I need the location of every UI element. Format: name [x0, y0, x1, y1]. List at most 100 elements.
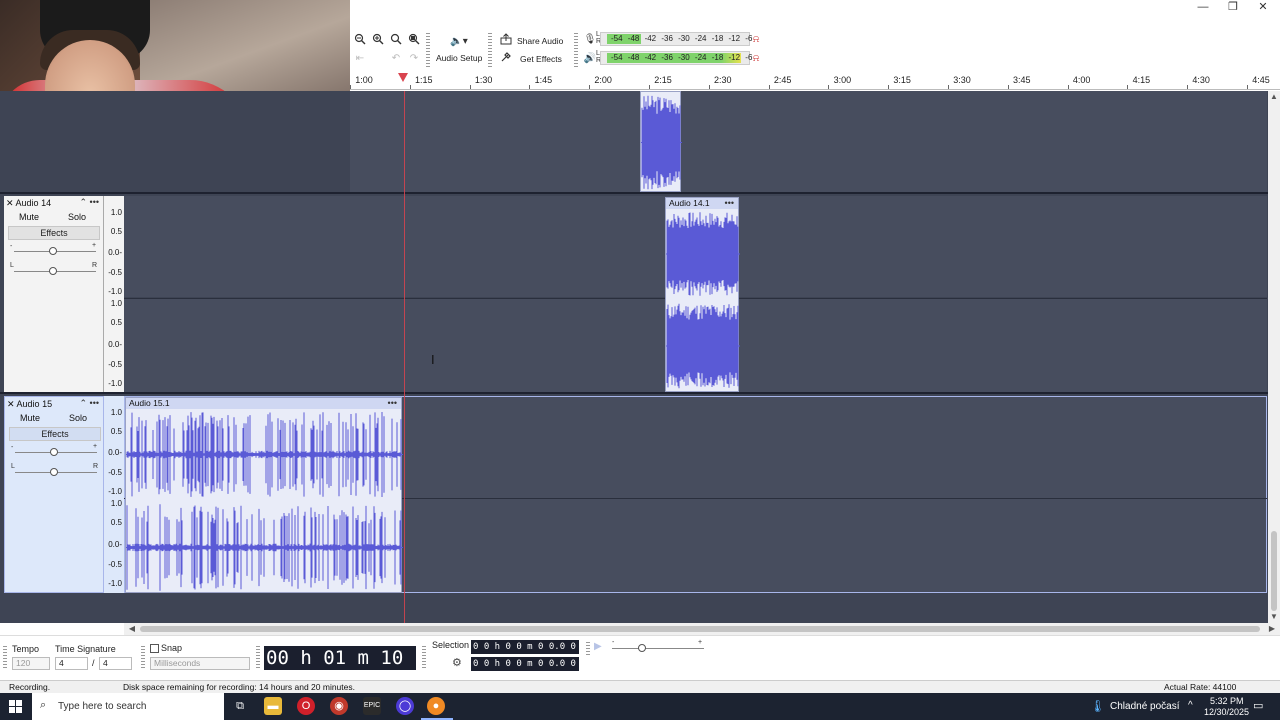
track-lane-partial[interactable]	[350, 91, 1267, 192]
playback-meter[interactable]: -54 -48 -42 -36 -30 -24 -18 -12 -6	[600, 51, 753, 65]
scroll-up-icon[interactable]: ▲	[1268, 91, 1280, 103]
playback-meter-menu-icon[interactable]: ⍾	[748, 51, 764, 67]
tray-chevron-icon[interactable]: ^	[1188, 700, 1193, 711]
vertical-scroll-thumb[interactable]	[1271, 531, 1277, 611]
share-audio-button[interactable]: Share Audio	[517, 36, 563, 46]
selection-start-field[interactable]: 0 0 h 0 0 m 0 0.0 0 0 s	[471, 640, 598, 654]
playback-speed-knob[interactable]	[638, 644, 646, 652]
toolbar-grip[interactable]	[256, 646, 260, 670]
toolbar-grip[interactable]	[586, 642, 590, 656]
redo-icon[interactable]: ↷	[406, 51, 422, 67]
playback-meter-scale: -54 -48 -42 -36 -30 -24 -18 -12 -6	[611, 53, 753, 62]
minimize-button[interactable]: —	[1188, 0, 1218, 14]
clock-time[interactable]: 5:32 PM	[1210, 696, 1244, 706]
taskbar-search-box[interactable]: ⌕ Type here to search	[32, 693, 224, 720]
snap-checkbox[interactable]	[150, 644, 159, 653]
horizontal-scrollbar[interactable]: ◀ ▶	[124, 623, 1280, 635]
tempo-input[interactable]: 120	[12, 657, 50, 670]
pan-right-label: R	[93, 463, 99, 470]
notification-icon[interactable]: ▭	[1253, 699, 1263, 712]
task-view-icon[interactable]: ⧉	[231, 697, 249, 715]
time-display[interactable]: 00 h 01 m 10 s	[264, 646, 426, 670]
clip-menu-icon[interactable]: •••	[388, 398, 397, 408]
toolbar-grip[interactable]	[3, 646, 7, 670]
gain-slider-knob[interactable]	[49, 247, 57, 255]
mute-button[interactable]: Mute	[8, 211, 50, 224]
pan-slider-knob[interactable]	[50, 468, 58, 476]
track-close-icon[interactable]: ✕	[7, 399, 17, 409]
mute-button[interactable]: Mute	[9, 412, 51, 425]
playback-speed-slider[interactable]	[612, 648, 704, 649]
weather-icon[interactable]: 🌡	[1090, 699, 1105, 713]
vertical-scale-audio-15[interactable]: 1.0 0.5 0.0- -0.5 -1.0 1.0 0.5 0.0- -0.5…	[104, 396, 124, 593]
pan-slider-knob[interactable]	[49, 267, 57, 275]
windows-start-icon[interactable]	[9, 700, 22, 713]
close-button[interactable]: ✕	[1248, 0, 1278, 14]
timeline-ruler[interactable]: 1:00 1:15 1:30 1:45 2:00 2:15 2:30 2:45 3:00 3:15…	[350, 72, 1280, 90]
epic-games-icon[interactable]: EPIC	[363, 697, 381, 715]
ruler-label: 1:15	[415, 75, 433, 85]
vertical-scrollbar[interactable]: ▲ ▼	[1268, 91, 1280, 623]
track-control-audio-14[interactable]: ✕ Audio 14 ⌃ ••• Mute Solo Effects - + L…	[4, 196, 104, 392]
file-explorer-icon[interactable]: ▬	[264, 697, 282, 715]
ruler-tick	[350, 85, 351, 89]
opera-icon[interactable]: O	[297, 697, 315, 715]
obs-icon[interactable]: ◉	[330, 697, 348, 715]
time-signature-denominator[interactable]: 4	[99, 657, 132, 670]
audio-setup-button[interactable]: Audio Setup	[436, 53, 482, 63]
toolbar-grip[interactable]	[422, 646, 426, 670]
weather-text[interactable]: Chladné počasí	[1110, 701, 1180, 712]
track-control-audio-15[interactable]: ✕ Audio 15 ⌃ ••• Mute Solo Effects - + L…	[4, 396, 104, 593]
scroll-left-icon[interactable]: ◀	[126, 623, 138, 635]
audio-clip-partial[interactable]	[640, 91, 682, 192]
record-meter[interactable]: -54 -48 -42 -36 -30 -24 -18 -12 -6	[600, 32, 752, 46]
get-effects-button[interactable]: Get Effects	[520, 54, 562, 64]
effects-icon[interactable]	[498, 51, 514, 67]
trim-icon[interactable]: ⇤	[352, 51, 368, 67]
scroll-right-icon[interactable]: ▶	[1266, 623, 1278, 635]
time-signature-numerator[interactable]: 4	[55, 657, 88, 670]
fit-project-icon[interactable]	[406, 33, 422, 49]
toolbar-grip[interactable]	[426, 33, 430, 67]
effects-button[interactable]: Effects	[8, 226, 100, 240]
track-area[interactable]: ✕ Audio 14 ⌃ ••• Mute Solo Effects - + L…	[0, 91, 1268, 623]
playhead-marker[interactable]	[398, 73, 408, 82]
track-close-icon[interactable]: ✕	[6, 198, 16, 208]
zoom-in-icon[interactable]	[352, 33, 368, 49]
gain-slider-knob[interactable]	[50, 448, 58, 456]
clip-header[interactable]: Audio 14.1 •••	[666, 198, 738, 209]
solo-button[interactable]: Solo	[57, 412, 99, 425]
clock-date[interactable]: 12/30/2025	[1204, 707, 1249, 717]
clip-menu-icon[interactable]: •••	[725, 198, 734, 208]
clip-header[interactable]: Audio 15.1 •••	[126, 398, 401, 409]
selection-settings-icon[interactable]: ⚙	[452, 656, 462, 669]
toolbar-grip[interactable]	[488, 33, 492, 67]
vertical-scale-audio-14[interactable]: 1.0 0.5 0.0- -0.5 -1.0 1.0 0.5 0.0- -0.5…	[104, 196, 124, 392]
selection-end-field[interactable]: 0 0 h 0 0 m 0 0.0 0 0 s	[471, 657, 598, 671]
solo-button[interactable]: Solo	[56, 211, 98, 224]
audio-clip-15-1[interactable]: Audio 15.1 •••	[125, 397, 403, 593]
horizontal-scroll-thumb[interactable]	[140, 626, 1260, 632]
zoom-out-icon[interactable]	[370, 33, 386, 49]
undo-icon[interactable]: ↶	[388, 51, 404, 67]
track-collapse-menu-icon[interactable]: ⌃ •••	[80, 398, 100, 409]
ruler-label: 2:00	[594, 75, 612, 85]
play-at-speed-icon[interactable]: ▶	[594, 641, 602, 652]
track-name-audio-14[interactable]: ✕ Audio 14	[6, 198, 51, 209]
record-meter-menu-icon[interactable]: ⍾	[748, 32, 764, 48]
scroll-down-icon[interactable]: ▼	[1268, 611, 1280, 623]
speaker-icon[interactable]: 🔈▾	[446, 34, 472, 50]
toolbar-grip[interactable]	[574, 33, 578, 67]
share-icon[interactable]	[498, 33, 514, 49]
snap-unit-select[interactable]: Milliseconds	[150, 657, 250, 670]
fit-selection-icon[interactable]	[388, 33, 404, 49]
toolbar-grip[interactable]	[141, 646, 145, 670]
track-name-audio-15[interactable]: ✕ Audio 15	[7, 399, 52, 410]
track-collapse-menu-icon[interactable]: ⌃ •••	[80, 197, 100, 208]
audacity-icon[interactable]: ●	[427, 697, 445, 715]
effects-button[interactable]: Effects	[9, 427, 101, 441]
maximize-button[interactable]: ❐	[1218, 0, 1248, 14]
waveform-samples	[666, 303, 739, 389]
audio-clip-14-1[interactable]: Audio 14.1 •••	[665, 197, 740, 392]
app-icon[interactable]: ◯	[396, 697, 414, 715]
